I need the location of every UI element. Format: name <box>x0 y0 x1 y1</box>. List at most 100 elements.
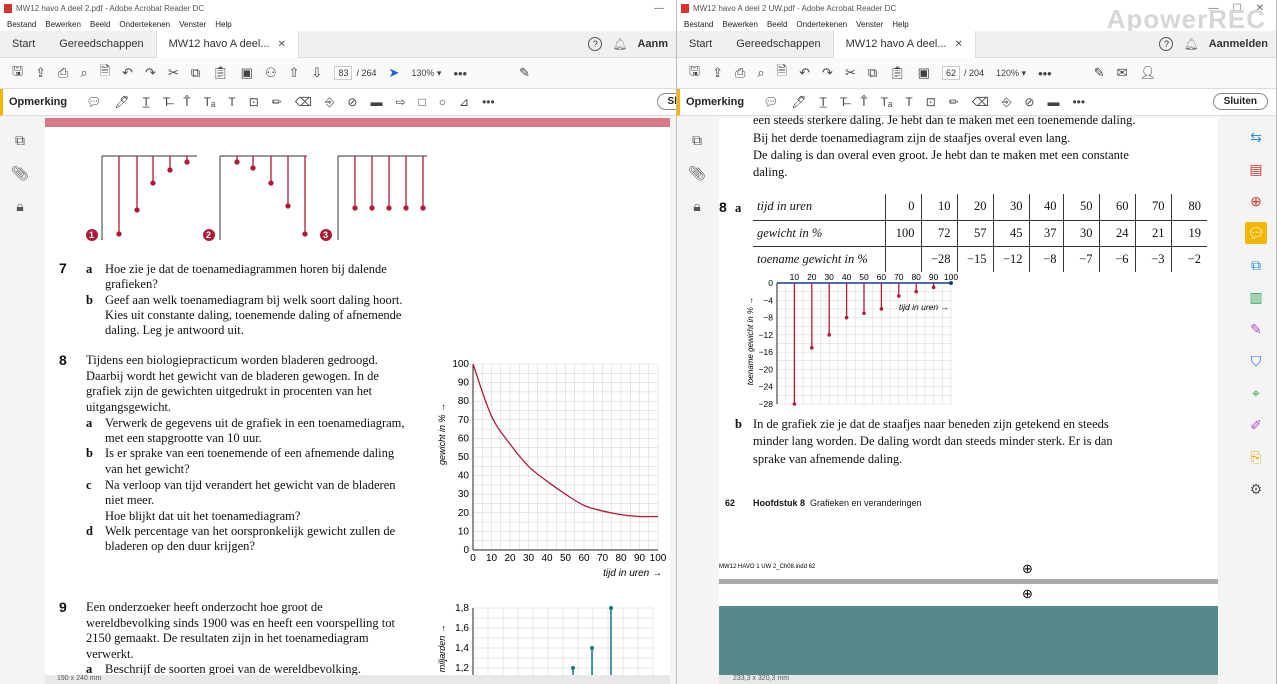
search-icon[interactable]: ⌕ <box>757 65 764 81</box>
zoom-select[interactable]: 120% ▾ <box>996 68 1026 79</box>
signin-button[interactable]: Aanm <box>637 38 668 50</box>
minimize-icon[interactable]: — <box>654 3 664 14</box>
more-icon[interactable]: ••• <box>453 66 467 81</box>
snapshot-icon[interactable]: ▣ <box>918 65 930 81</box>
menu-venster[interactable]: Venster <box>856 20 883 29</box>
attach-icon[interactable]: ⊘ <box>1024 95 1034 109</box>
underline-text-icon[interactable]: T̲ <box>143 95 150 109</box>
close-tab-icon[interactable]: ✕ <box>955 39 963 50</box>
signin-button[interactable]: Aanmelden <box>1209 38 1268 50</box>
organize-pages-icon[interactable]: ▤ <box>1245 158 1267 180</box>
copy-icon[interactable]: ⧉ <box>191 65 200 81</box>
print-icon[interactable]: ⎙ <box>58 65 68 81</box>
comment-icon[interactable]: 💬︎ <box>763 95 778 109</box>
text-box-icon[interactable]: ⊡ <box>249 95 259 109</box>
tab-tools[interactable]: Gereedschappen <box>724 31 832 58</box>
menu-ondertekenen[interactable]: Ondertekenen <box>119 20 170 29</box>
insert-text-icon[interactable]: Tₐ <box>204 95 216 109</box>
strikethrough-icon[interactable]: T̶ <box>163 95 170 109</box>
send-icon[interactable]: ⎘ <box>1245 446 1267 468</box>
rectangle-icon[interactable]: □ <box>419 95 426 109</box>
menu-beeld[interactable]: Beeld <box>90 20 110 29</box>
pencil-icon[interactable]: ✏ <box>949 95 959 109</box>
protect-icon[interactable]: ⛉ <box>1245 350 1267 372</box>
page-down-icon[interactable]: ⇩ <box>312 65 323 81</box>
help-icon[interactable]: ? <box>588 37 603 51</box>
redo-icon[interactable]: ↷ <box>145 65 156 81</box>
print-icon[interactable]: ⎙ <box>735 65 745 81</box>
attachment-icon[interactable]: 📎︎ <box>11 165 29 182</box>
tab-document[interactable]: MW12 havo A deel... ✕ <box>832 30 976 58</box>
menu-help[interactable]: Help <box>892 20 908 29</box>
menu-venster[interactable]: Venster <box>179 20 206 29</box>
text-box-icon[interactable]: ⊡ <box>926 95 936 109</box>
tab-start[interactable]: Start <box>0 31 47 58</box>
insert-text-icon[interactable]: Tₐ <box>881 95 893 109</box>
scan-icon[interactable]: ⌖ <box>1245 382 1267 404</box>
tab-document[interactable]: MW12 havo A deel... ✕ <box>155 30 299 58</box>
snapshot-icon[interactable]: ▣ <box>241 65 253 81</box>
stamp-icon[interactable]: ⎆ <box>1002 95 1012 110</box>
lock-icon[interactable]: 🔒︎ <box>16 198 23 215</box>
menu-help[interactable]: Help <box>215 20 231 29</box>
doc-search-icon[interactable]: 🗎 <box>100 62 110 84</box>
strikethrough-icon[interactable]: T̶ <box>840 95 847 109</box>
attachment-icon[interactable]: 📎︎ <box>688 165 706 182</box>
more-icon[interactable]: ••• <box>482 95 495 109</box>
redo-icon[interactable]: ↷ <box>822 65 833 81</box>
doc-search-icon[interactable]: 🗎 <box>777 62 787 84</box>
upload-icon[interactable]: ⇪ <box>35 65 46 81</box>
oval-icon[interactable]: ○ <box>439 95 446 109</box>
comment-icon[interactable]: 💬︎ <box>86 95 101 109</box>
stamp-icon[interactable]: ⎆ <box>325 95 335 110</box>
pages-icon[interactable]: ⧉ <box>692 132 702 149</box>
binocular-icon[interactable]: ⚇ <box>265 65 277 81</box>
sign-icon[interactable]: ✎ <box>519 65 530 81</box>
replace-text-icon[interactable]: T̂ <box>860 95 867 109</box>
cut-icon[interactable]: ✂ <box>845 65 856 81</box>
combine-icon[interactable]: ⧉ <box>1245 254 1267 276</box>
page-number-input[interactable]: 83 <box>334 66 353 80</box>
eraser-icon[interactable]: ⌫ <box>972 95 989 109</box>
user-icon[interactable]: 👤︎ <box>1140 65 1157 81</box>
export-pdf-icon[interactable]: ⇆ <box>1245 126 1267 148</box>
zoom-select[interactable]: 130% ▾ <box>411 68 441 79</box>
menu-bestand[interactable]: Bestand <box>7 20 36 29</box>
menu-beeld[interactable]: Beeld <box>767 20 787 29</box>
tab-start[interactable]: Start <box>677 31 724 58</box>
add-text-icon[interactable]: T <box>905 95 912 109</box>
edit-icon[interactable]: ✐ <box>1245 414 1267 436</box>
more-icon[interactable]: ••• <box>1072 95 1085 109</box>
menu-bewerken[interactable]: Bewerken <box>45 20 81 29</box>
menu-bewerken[interactable]: Bewerken <box>722 20 758 29</box>
bell-icon[interactable]: 🔔︎ <box>612 37 627 51</box>
pages-icon[interactable]: ⧉ <box>15 132 25 149</box>
sign-icon[interactable]: ✎ <box>1094 65 1105 81</box>
mail-icon[interactable]: ✉ <box>1117 65 1128 81</box>
more-tools-icon[interactable]: ⚙ <box>1245 478 1267 500</box>
underline-text-icon[interactable]: T̲ <box>820 95 827 109</box>
pencil-icon[interactable]: ✏ <box>272 95 282 109</box>
create-pdf-icon[interactable]: ⊕ <box>1245 190 1267 212</box>
paste-icon[interactable]: 📋︎ <box>212 65 229 81</box>
paste-icon[interactable]: 📋︎ <box>889 65 906 81</box>
undo-icon[interactable]: ↶ <box>799 65 810 81</box>
copy-icon[interactable]: ⧉ <box>868 65 877 81</box>
shape-more-icon[interactable]: ⊿ <box>459 95 469 109</box>
more-icon[interactable]: ••• <box>1038 66 1052 81</box>
comment-tool-icon[interactable]: 💬︎ <box>1245 222 1267 244</box>
arrow-icon[interactable]: ⇨ <box>395 95 405 109</box>
bell-icon[interactable]: 🔔︎ <box>1183 37 1198 51</box>
add-text-icon[interactable]: T <box>228 95 235 109</box>
help-icon[interactable]: ? <box>1159 37 1174 51</box>
fill-sign-icon[interactable]: ✎ <box>1245 318 1267 340</box>
close-annotation-button[interactable]: Sluiten <box>1212 93 1268 110</box>
upload-icon[interactable]: ⇪ <box>712 65 723 81</box>
save-icon[interactable]: 🖫 <box>12 62 23 84</box>
select-cursor-icon[interactable]: ➤ <box>388 65 399 81</box>
highlight-icon[interactable]: 🖊︎ <box>791 95 806 109</box>
close-tab-icon[interactable]: ✕ <box>278 39 286 50</box>
replace-text-icon[interactable]: T̂ <box>183 95 190 109</box>
eraser-icon[interactable]: ⌫ <box>295 95 312 109</box>
tab-tools[interactable]: Gereedschappen <box>47 31 155 58</box>
